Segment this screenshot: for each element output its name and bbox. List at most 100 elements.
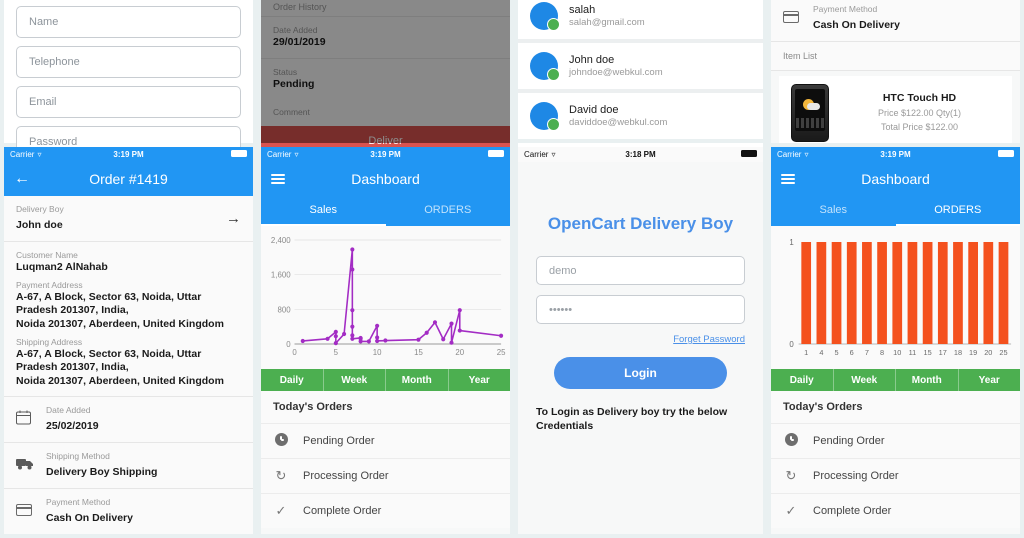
check-icon: ✓ (275, 503, 287, 518)
tab-orders[interactable]: ORDERS (895, 196, 1020, 226)
delivery-boy-row[interactable]: Delivery Boy John doe → (4, 196, 253, 242)
clock-icon (783, 433, 799, 449)
history-status: Status Pending (261, 58, 510, 100)
payment-address-value: A-67, A Block, Sector 63, Noida, Uttar P… (16, 290, 224, 330)
credit-card-icon (16, 503, 34, 521)
pending-order-label: Pending Order (813, 435, 885, 447)
name-placeholder: Name (29, 16, 59, 28)
refresh-icon: ↻ (785, 468, 797, 483)
processing-order-row[interactable]: ↻ Processing Order (261, 458, 510, 493)
panel-register: Name Telephone Email Password Vehicle Nu… (0, 0, 257, 147)
filter-month[interactable]: Month (896, 369, 959, 391)
history-date-added-value: 29/01/2019 (273, 36, 326, 48)
svg-text:17: 17 (939, 348, 947, 357)
payment-method-value: Cash On Delivery (46, 512, 133, 525)
svg-text:7: 7 (865, 348, 869, 357)
svg-text:10: 10 (373, 348, 382, 357)
avatar (530, 52, 560, 81)
complete-order-row[interactable]: ✓ Complete Order (771, 493, 1020, 528)
svg-text:1: 1 (789, 238, 794, 247)
delivery-boy-value: John doe (16, 219, 63, 231)
todays-orders-header: Today's Orders (771, 391, 1020, 423)
processing-order-row[interactable]: ↻ Processing Order (771, 458, 1020, 493)
hamburger-menu-icon[interactable] (781, 172, 795, 186)
product-price-qty: Price $122.00 Qty(1) (877, 108, 962, 119)
status-bar-time: 3:19 PM (370, 150, 401, 159)
login-button[interactable]: Login (554, 357, 727, 389)
refresh-icon: ↻ (275, 468, 287, 483)
list-item[interactable]: John doe johndoe@webkul.com (518, 43, 763, 89)
product-total-price: Total Price $122.00 (880, 121, 959, 132)
pending-order-row[interactable]: Pending Order (771, 423, 1020, 458)
username-input[interactable]: demo (536, 256, 745, 285)
status-bar: Carrier ▿ 3:18 PM (518, 147, 763, 162)
svg-text:11: 11 (909, 348, 917, 357)
svg-text:15: 15 (924, 348, 932, 357)
email-placeholder: Email (29, 96, 57, 108)
calendar-icon (16, 410, 34, 430)
filter-daily[interactable]: Daily (771, 369, 834, 391)
hamburger-menu-icon[interactable] (271, 172, 285, 186)
svg-text:18: 18 (954, 348, 962, 357)
history-status-value: Pending (273, 77, 315, 90)
email-field[interactable]: Email (16, 86, 241, 118)
telephone-field[interactable]: Telephone (16, 46, 241, 78)
svg-text:15: 15 (414, 348, 423, 357)
filter-daily[interactable]: Daily (261, 369, 324, 391)
filter-year[interactable]: Year (959, 369, 1021, 391)
filter-month[interactable]: Month (386, 369, 449, 391)
app-title: OpenCart Delivery Boy (547, 214, 734, 233)
filter-year[interactable]: Year (449, 369, 511, 391)
tab-sales[interactable]: Sales (261, 196, 386, 226)
shipping-method-label: Shipping Method (46, 451, 110, 462)
password-field[interactable]: Password (16, 126, 241, 147)
dashboard-tabs: Sales ORDERS (261, 196, 510, 226)
item-list-header: Item List (771, 42, 1020, 71)
list-item[interactable]: salah salah@gmail.com (518, 0, 763, 39)
panel-login: Carrier ▿ 3:18 PM OpenCart Delivery Boy d… (514, 147, 767, 538)
history-comment-label: Comment (273, 107, 310, 118)
page-title: Dashboard (351, 171, 420, 187)
dashboard-sales-screen: Carrier ▿ 3:19 PM Dashboard Sales ORDERS … (261, 147, 510, 534)
filter-week[interactable]: Week (324, 369, 386, 391)
complete-order-row[interactable]: ✓ Complete Order (261, 493, 510, 528)
status-bar: Carrier ▿ 3:19 PM (261, 147, 510, 162)
name-field[interactable]: Name (16, 6, 241, 38)
shipping-address-value: A-67, A Block, Sector 63, Noida, Uttar P… (16, 347, 224, 387)
svg-text:0: 0 (292, 348, 297, 357)
filter-week[interactable]: Week (834, 369, 896, 391)
product-thumbnail (791, 84, 829, 142)
payment-method-label: Payment Method (813, 4, 878, 14)
status-bar-time: 3:18 PM (625, 150, 656, 159)
panel-item-list: Payment Method Cash On Delivery Item Lis… (767, 0, 1024, 147)
history-date-added-label: Date Added (273, 25, 318, 35)
contact-email: johndoe@webkul.com (569, 67, 663, 78)
date-added-value: 25/02/2019 (46, 420, 99, 433)
password-input[interactable]: •••••• (536, 295, 745, 324)
deliver-button[interactable]: Deliver (261, 126, 510, 147)
status-bar-time: 3:19 PM (880, 150, 911, 159)
screenshot-grid: Name Telephone Email Password Vehicle Nu… (0, 0, 1024, 538)
svg-text:5: 5 (334, 348, 339, 357)
delivery-boy-label: Delivery Boy (16, 204, 64, 214)
item-list-screen: Payment Method Cash On Delivery Item Lis… (771, 0, 1020, 143)
todays-orders-header: Today's Orders (261, 391, 510, 423)
clock-icon (273, 433, 289, 449)
tab-orders[interactable]: ORDERS (386, 196, 511, 226)
forget-password-link[interactable]: Forget Password (536, 334, 745, 345)
item-card[interactable]: HTC Touch HD Price $122.00 Qty(1) Total … (779, 76, 1012, 143)
history-status-label: Status (273, 66, 298, 77)
svg-text:800: 800 (277, 305, 291, 314)
payment-address-label: Payment Address (16, 279, 83, 290)
pending-order-row[interactable]: Pending Order (261, 423, 510, 458)
tab-sales[interactable]: Sales (771, 196, 896, 226)
page-title: Order #1419 (89, 171, 168, 187)
list-item[interactable]: David doe daviddoe@webkul.com (518, 93, 763, 139)
back-icon[interactable]: ← (14, 171, 30, 187)
panel-order-detail: Carrier ▿ 3:19 PM ← Order #1419 Delivery … (0, 147, 257, 538)
contact-email: daviddoe@webkul.com (569, 117, 668, 128)
pending-order-label: Pending Order (303, 435, 375, 447)
nav-bar: Dashboard (771, 162, 1020, 196)
svg-text:25: 25 (999, 348, 1007, 357)
panel-delivery-boys: salah salah@gmail.com John doe johndoe@w… (514, 0, 767, 147)
